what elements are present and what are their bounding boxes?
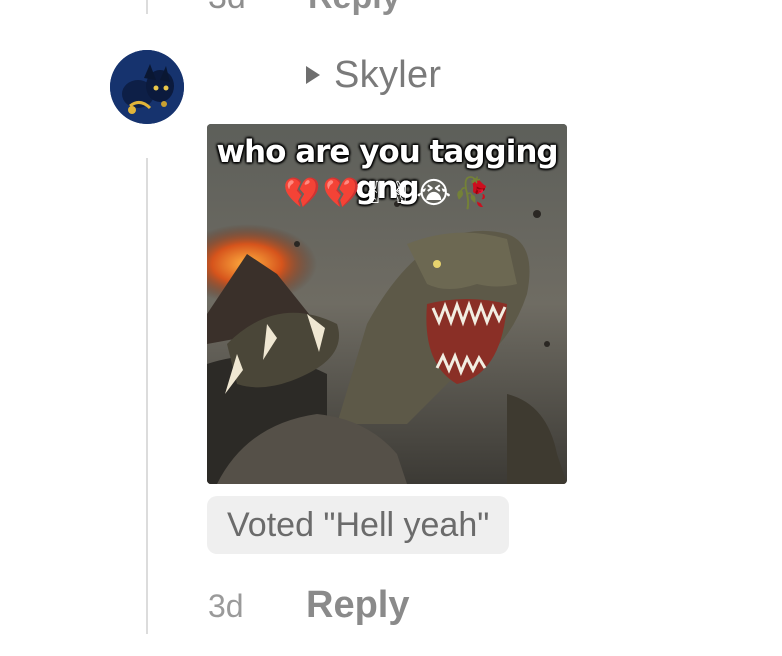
avatar[interactable]: [110, 50, 184, 124]
broken-heart-emoji: 💔: [322, 177, 360, 210]
previous-comment-meta: 3d Reply: [208, 0, 401, 16]
fox-icon: [110, 50, 184, 124]
username-row[interactable]: Skyler: [306, 52, 441, 98]
thread-line-top: [146, 0, 148, 14]
victory-hand-emoji: ✌: [362, 177, 388, 210]
username[interactable]: Skyler: [334, 54, 441, 97]
previous-comment-time: 3d: [208, 0, 246, 16]
comment-time: 3d: [208, 588, 244, 624]
previous-reply-button[interactable]: Reply: [308, 0, 401, 17]
victory-hand-emoji: ✌: [389, 177, 415, 210]
vote-badge: Voted "Hell yeah": [207, 496, 510, 554]
crying-face-emoji: 😭: [416, 177, 452, 210]
caret-right-icon: [306, 66, 320, 84]
comment-image[interactable]: who are you tagging gng 💔💔✌✌😭🥀: [207, 124, 567, 484]
reply-button[interactable]: Reply: [306, 584, 409, 627]
broken-heart-emoji: 💔: [283, 177, 321, 210]
wilted-rose-emoji: 🥀: [453, 177, 491, 210]
thread-line: [146, 158, 148, 634]
meme-emoji-row: 💔💔✌✌😭🥀: [207, 176, 567, 212]
